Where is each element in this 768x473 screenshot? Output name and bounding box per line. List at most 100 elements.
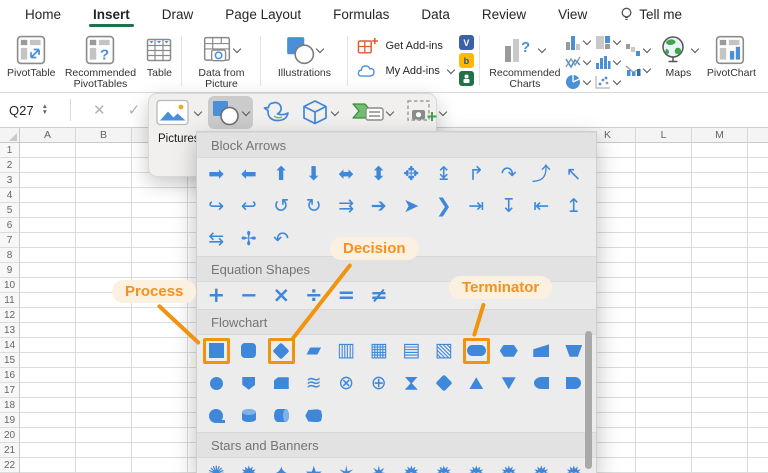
predefined-process-shape[interactable]: ▥ (330, 335, 363, 368)
tab-tell-me[interactable]: Tell me (618, 0, 683, 28)
table-button[interactable]: Table (142, 30, 176, 81)
explosion-2-shape[interactable]: ✹ (233, 458, 266, 473)
visio-tile-icon[interactable]: V (459, 35, 474, 50)
left-up-arrow-shape[interactable]: ↖ (558, 158, 591, 191)
star-4-point-shape[interactable]: ✦ (265, 458, 298, 473)
terminator-shape[interactable] (460, 335, 493, 368)
waterfall-chart-button[interactable] (625, 41, 651, 59)
name-box[interactable]: Q27 ▲▼ (0, 93, 62, 127)
star-10-point-shape[interactable]: ✹10 (428, 458, 461, 473)
row-header-10[interactable]: 10 (0, 278, 19, 293)
star-5-point-shape[interactable]: ★ (298, 458, 331, 473)
icons-button[interactable] (257, 96, 295, 129)
3d-models-button[interactable] (297, 96, 342, 129)
down-arrow-shape[interactable]: ⬇ (298, 158, 331, 191)
tab-insert[interactable]: Insert (92, 1, 131, 28)
not-equal-shape[interactable]: ≠ (363, 282, 396, 309)
merge-shape[interactable] (493, 367, 526, 400)
row-header-12[interactable]: 12 (0, 308, 19, 323)
tab-data[interactable]: Data (420, 1, 451, 28)
notched-right-arrow-shape[interactable]: ➔ (363, 191, 396, 224)
document-shape[interactable]: ▤ (395, 335, 428, 368)
bent-up-arrow-shape[interactable]: ⤴ (525, 158, 558, 191)
shapes-dropdown-chevron[interactable] (242, 107, 250, 115)
row-header-22[interactable]: 22 (0, 458, 19, 473)
row-header-7[interactable]: 7 (0, 233, 19, 248)
row-header-5[interactable]: 5 (0, 203, 19, 218)
row-header-15[interactable]: 15 (0, 353, 19, 368)
row-header-20[interactable]: 20 (0, 428, 19, 443)
row-header-21[interactable]: 21 (0, 443, 19, 458)
recommended-charts-button[interactable]: ? Recommended Charts (485, 30, 565, 92)
curved-down-arrow-shape[interactable]: ↻ (298, 191, 331, 224)
star-24-point-shape[interactable]: ✹24 (525, 458, 558, 473)
pie-chart-button[interactable] (565, 73, 591, 91)
row-header-13[interactable]: 13 (0, 323, 19, 338)
recommended-pivottables-button[interactable]: ? Recommended PivotTables (58, 30, 142, 92)
bing-tile-icon[interactable]: b (459, 53, 474, 68)
extract-shape[interactable] (460, 367, 493, 400)
scatter-chart-button[interactable] (595, 73, 621, 91)
curved-right-arrow-shape[interactable]: ↪ (200, 191, 233, 224)
star-16-point-shape[interactable]: ✹16 (493, 458, 526, 473)
quad-arrow-callout-shape[interactable]: ✢ (233, 223, 266, 256)
card-shape[interactable] (265, 367, 298, 400)
u-turn-arrow-shape[interactable]: ↷ (493, 158, 526, 191)
select-all-corner[interactable] (0, 128, 20, 143)
left-right-arrow-callout-shape[interactable]: ⇆ (200, 223, 233, 256)
star-8-point-shape[interactable]: ✹8 (395, 458, 428, 473)
down-arrow-callout-shape[interactable]: ↧ (493, 191, 526, 224)
menu-scrollbar[interactable] (585, 331, 592, 469)
illustrations-dropdown-chevron[interactable] (316, 45, 324, 53)
row-header-3[interactable]: 3 (0, 173, 19, 188)
tab-view[interactable]: View (557, 1, 588, 28)
magnetic-disk-shape[interactable] (233, 400, 266, 433)
row-header-11[interactable]: 11 (0, 293, 19, 308)
or-shape[interactable]: ⊕ (363, 367, 396, 400)
tab-review[interactable]: Review (481, 1, 527, 28)
row-header-19[interactable]: 19 (0, 413, 19, 428)
up-arrow-callout-shape[interactable]: ↥ (558, 191, 591, 224)
striped-right-arrow-shape[interactable]: ⇉ (330, 191, 363, 224)
plus-shape[interactable]: + (200, 282, 233, 309)
smartart-dropdown-chevron[interactable] (386, 107, 394, 115)
multiply-shape[interactable]: × (265, 282, 298, 309)
chevron-shape[interactable]: ❯ (428, 191, 461, 224)
bent-arrow-shape[interactable]: ↱ (460, 158, 493, 191)
left-arrow-callout-shape[interactable]: ⇤ (525, 191, 558, 224)
illustrations-button[interactable]: Illustrations (266, 30, 342, 81)
column-header-l[interactable]: L (636, 128, 692, 143)
data-from-picture-dropdown-chevron[interactable] (233, 45, 241, 53)
shapes-button[interactable] (208, 96, 253, 129)
display-shape[interactable] (298, 400, 331, 433)
summing-junction-shape[interactable]: ⊗ (330, 367, 363, 400)
pivotchart-button[interactable]: PivotChart (704, 30, 759, 81)
row-header-6[interactable]: 6 (0, 218, 19, 233)
cancel-button[interactable]: ✕ (93, 101, 106, 119)
preparation-shape[interactable] (493, 335, 526, 368)
left-arrow-shape[interactable]: ⬅ (233, 158, 266, 191)
punched-tape-shape[interactable]: ≋ (298, 367, 331, 400)
curved-left-arrow-shape[interactable]: ↩ (233, 191, 266, 224)
star-7-point-shape[interactable]: ✷ (363, 458, 396, 473)
quad-arrow-shape[interactable]: ✥ (395, 158, 428, 191)
get-addins-button[interactable]: Get Add-ins (357, 36, 454, 56)
recommended-charts-dropdown-chevron[interactable] (538, 45, 546, 53)
stored-data-shape[interactable] (525, 367, 558, 400)
my-addins-dropdown-chevron[interactable] (447, 65, 455, 73)
maps-dropdown-chevron[interactable] (691, 45, 699, 53)
data-from-picture-button[interactable]: Data from Picture (187, 30, 255, 92)
row-header-2[interactable]: 2 (0, 158, 19, 173)
data-shape[interactable]: ▰ (298, 335, 331, 368)
left-right-up-arrow-shape[interactable]: ↨ (428, 158, 461, 191)
enter-button[interactable]: ✓ (128, 101, 141, 119)
pictures-button[interactable] (153, 96, 193, 129)
row-header-9[interactable]: 9 (0, 263, 19, 278)
treemap-chart-button[interactable] (595, 33, 621, 51)
tab-page-layout[interactable]: Page Layout (224, 1, 302, 28)
star-6-point-shape[interactable]: ✶ (330, 458, 363, 473)
row-header-1[interactable]: 1 (0, 143, 19, 158)
minus-shape[interactable]: − (233, 282, 266, 309)
manual-input-shape[interactable] (525, 335, 558, 368)
up-arrow-shape[interactable]: ⬆ (265, 158, 298, 191)
